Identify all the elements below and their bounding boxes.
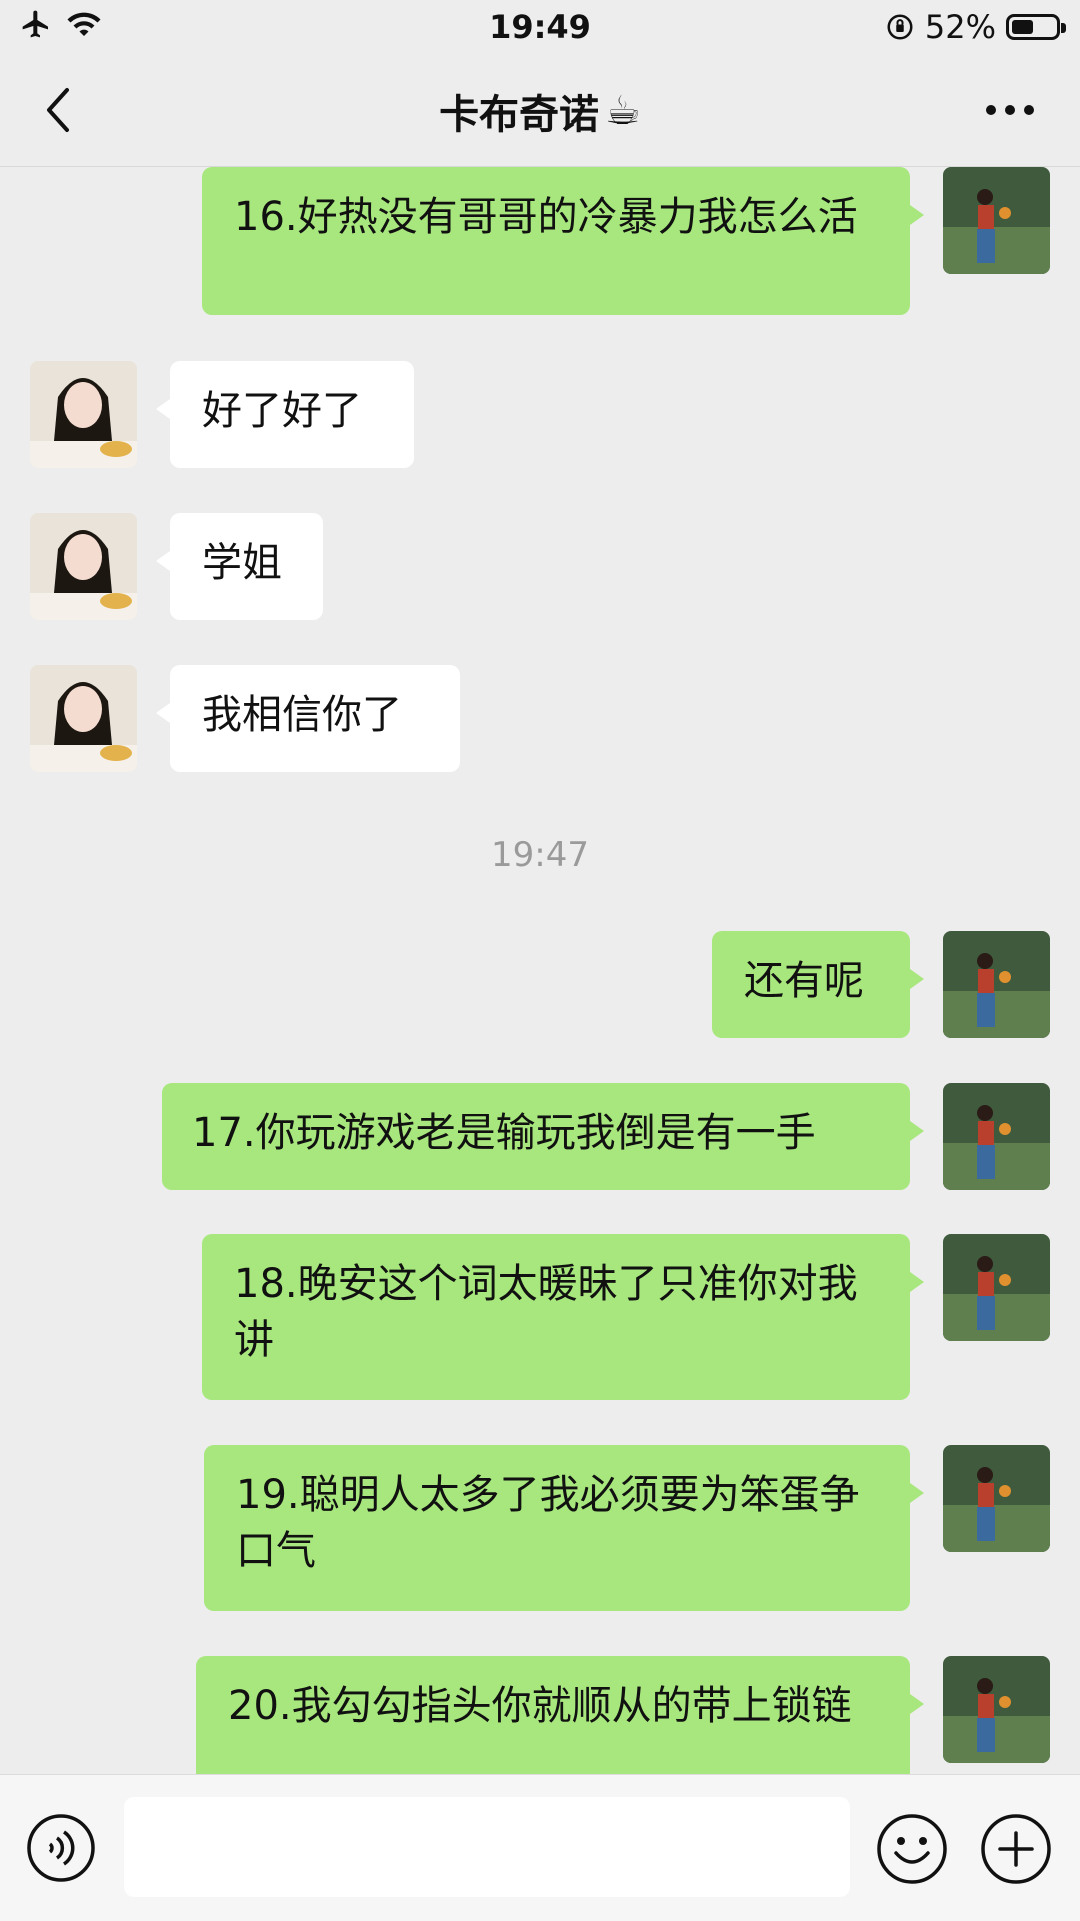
- message-bubble-self[interactable]: 17.你玩游戏老是输玩我倒是有一手: [162, 1083, 924, 1190]
- more-icon: [986, 105, 1034, 115]
- coffee-icon: ☕: [605, 88, 641, 134]
- message-bubble-other[interactable]: 学姐: [156, 513, 323, 620]
- battery-percent: 52%: [924, 8, 996, 46]
- message-text: 学姐: [202, 540, 282, 586]
- message-bubble-self[interactable]: 20.我勾勾指头你就顺从的带上锁链: [196, 1656, 924, 1774]
- message-text: 好了好了: [202, 388, 362, 434]
- plus-icon: [981, 1814, 1051, 1884]
- emoji-icon: [877, 1814, 947, 1884]
- voice-button[interactable]: [26, 1813, 96, 1883]
- battery-icon: [1006, 14, 1066, 40]
- emoji-button[interactable]: [876, 1813, 948, 1885]
- self-avatar[interactable]: [943, 1083, 1050, 1190]
- message-text: 20.我勾勾指头你就顺从的带上锁链: [228, 1683, 852, 1729]
- chat-title: 卡布奇诺 ☕: [200, 82, 880, 140]
- message-bubble-self[interactable]: 19.聪明人太多了我必须要为笨蛋争口气: [204, 1445, 924, 1611]
- message-text: 16.好热没有哥哥的冷暴力我怎么活: [234, 194, 858, 240]
- more-button[interactable]: [980, 88, 1040, 132]
- battery-fill: [1012, 20, 1034, 34]
- chat-title-text: 卡布奇诺: [439, 92, 600, 138]
- contact-avatar[interactable]: [30, 513, 137, 620]
- message-bubble-self[interactable]: 16.好热没有哥哥的冷暴力我怎么活: [202, 167, 924, 315]
- message-text: 18.晚安这个词太暖昧了只准你对我讲: [234, 1261, 858, 1363]
- message-text: 17.你玩游戏老是输玩我倒是有一手: [192, 1110, 816, 1156]
- back-button[interactable]: [30, 82, 86, 138]
- self-avatar[interactable]: [943, 1234, 1050, 1341]
- chat-message-list[interactable]: 16.好热没有哥哥的冷暴力我怎么活 好了好了 学姐 我相信你了 19:47 还有…: [0, 167, 1080, 1774]
- message-text: 我相信你了: [202, 692, 402, 738]
- chat-header: 卡布奇诺 ☕: [0, 54, 1080, 167]
- status-icons-right: 52%: [885, 8, 1066, 46]
- self-avatar[interactable]: [943, 931, 1050, 1038]
- chevron-left-icon: [47, 88, 69, 132]
- message-bubble-other[interactable]: 我相信你了: [156, 665, 460, 772]
- orientation-lock-icon: [887, 14, 913, 40]
- self-avatar[interactable]: [943, 1656, 1050, 1763]
- status-bar: 19:49 52%: [0, 0, 1080, 54]
- message-timestamp: 19:47: [491, 835, 589, 875]
- add-button[interactable]: [980, 1813, 1052, 1885]
- message-bubble-other[interactable]: 好了好了: [156, 361, 414, 468]
- self-avatar[interactable]: [943, 167, 1050, 274]
- message-input[interactable]: [124, 1797, 850, 1897]
- contact-avatar[interactable]: [30, 361, 137, 468]
- message-text: 19.聪明人太多了我必须要为笨蛋争口气: [236, 1472, 860, 1574]
- contact-avatar[interactable]: [30, 665, 137, 772]
- self-avatar[interactable]: [943, 1445, 1050, 1552]
- message-bubble-self[interactable]: 还有呢: [712, 931, 924, 1038]
- input-bar: [0, 1774, 1080, 1921]
- message-bubble-self[interactable]: 18.晚安这个词太暖昧了只准你对我讲: [202, 1234, 924, 1400]
- message-text: 还有呢: [744, 958, 864, 1004]
- voice-icon: [27, 1814, 95, 1882]
